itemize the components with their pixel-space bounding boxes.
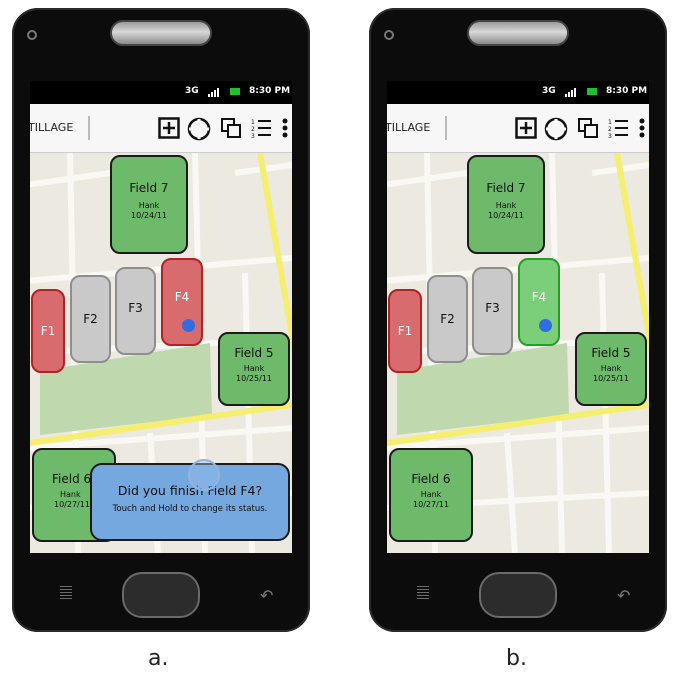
network-label: 3G: [542, 86, 556, 96]
clock: 8:30 PM: [606, 86, 648, 96]
list-icon[interactable]: 123: [250, 117, 272, 139]
earpiece-speaker: [110, 20, 212, 46]
field-f4-name: F4: [174, 290, 190, 304]
title-divider: [88, 116, 90, 140]
field-7[interactable]: Field 7 Hank 10/24/11: [110, 155, 188, 254]
field-map[interactable]: Field 7 Hank 10/24/11 F1 F2 F3 F4 Field …: [387, 153, 649, 553]
layers-icon[interactable]: [577, 117, 599, 139]
field-5-date: 10/25/11: [593, 374, 629, 383]
field-5-date: 10/25/11: [236, 374, 272, 383]
title-divider: [445, 116, 447, 140]
field-f4-name: F4: [531, 290, 547, 304]
field-f2-name: F2: [83, 312, 98, 326]
svg-text:1: 1: [251, 119, 255, 126]
app-title: TILLAGE: [387, 121, 431, 134]
back-icon[interactable]: ↶: [617, 586, 630, 605]
svg-text:3: 3: [251, 133, 255, 139]
field-6[interactable]: Field 6 Hank 10/27/11: [389, 448, 473, 542]
field-6-name: Field 6: [411, 472, 451, 486]
field-7-owner: Hank: [495, 201, 517, 210]
phone-screen: 3G 8:30 PM TILLAGE 123 Field 7 Hank 10/2…: [387, 81, 649, 553]
field-7-name: Field 7: [486, 181, 526, 195]
caption-a: a.: [148, 646, 169, 671]
field-f2[interactable]: F2: [70, 275, 111, 363]
add-icon[interactable]: [158, 117, 180, 139]
signal-icon: [565, 87, 577, 97]
overflow-menu-icon[interactable]: [639, 117, 645, 139]
home-button[interactable]: [122, 572, 200, 618]
field-5-owner: Hank: [600, 364, 622, 373]
field-f4[interactable]: F4: [161, 258, 203, 346]
svg-text:3: 3: [608, 133, 612, 139]
location-marker: [182, 319, 195, 332]
svg-text:2: 2: [251, 126, 255, 133]
field-7-date: 10/24/11: [488, 211, 524, 220]
action-bar: TILLAGE 123: [387, 104, 649, 153]
signal-icon: [208, 87, 220, 97]
status-bar: 3G 8:30 PM: [30, 81, 292, 104]
field-6-owner: Hank: [420, 490, 442, 499]
field-6-date: 10/27/11: [413, 500, 449, 509]
field-7-date: 10/24/11: [131, 211, 167, 220]
battery-icon: [230, 88, 240, 95]
svg-text:1: 1: [608, 119, 612, 126]
overflow-menu-icon[interactable]: [282, 117, 288, 139]
clock: 8:30 PM: [249, 86, 291, 96]
field-7[interactable]: Field 7 Hank 10/24/11: [467, 155, 545, 254]
field-5-name: Field 5: [234, 346, 274, 360]
field-7-owner: Hank: [138, 201, 160, 210]
svg-text:2: 2: [608, 126, 612, 133]
select-region-icon[interactable]: [187, 117, 211, 141]
field-5-name: Field 5: [591, 346, 631, 360]
front-camera: [27, 30, 37, 40]
home-button[interactable]: [479, 572, 557, 618]
earpiece-speaker: [467, 20, 569, 46]
field-f1[interactable]: F1: [31, 289, 65, 373]
add-icon[interactable]: [515, 117, 537, 139]
field-f3[interactable]: F3: [472, 267, 513, 355]
field-f3[interactable]: F3: [115, 267, 156, 355]
network-label: 3G: [185, 86, 199, 96]
app-title: TILLAGE: [30, 121, 74, 134]
phone-a: 3G 8:30 PM TILLAGE 123 Field 7 Hank 10/2…: [12, 8, 310, 632]
list-icon[interactable]: 123: [607, 117, 629, 139]
field-f3-name: F3: [128, 301, 143, 315]
field-f3-name: F3: [485, 301, 500, 315]
field-map[interactable]: Field 7 Hank 10/24/11 F1 F2 F3 F4 Field …: [30, 153, 292, 553]
phone-screen: 3G 8:30 PM TILLAGE 123 Field 7 Hank 10/2…: [30, 81, 292, 553]
field-5[interactable]: Field 5 Hank 10/25/11: [218, 332, 290, 406]
select-region-icon[interactable]: [544, 117, 568, 141]
field-5[interactable]: Field 5 Hank 10/25/11: [575, 332, 647, 406]
field-7-name: Field 7: [129, 181, 169, 195]
phone-b: 3G 8:30 PM TILLAGE 123 Field 7 Hank 10/2…: [369, 8, 667, 632]
action-bar: TILLAGE 123: [30, 104, 292, 153]
field-f4[interactable]: F4: [518, 258, 560, 346]
toast-subtitle: Touch and Hold to change its status.: [112, 504, 268, 514]
field-5-owner: Hank: [243, 364, 265, 373]
field-f2[interactable]: F2: [427, 275, 468, 363]
menu-button[interactable]: [417, 586, 429, 602]
front-camera: [384, 30, 394, 40]
battery-icon: [587, 88, 597, 95]
field-f1[interactable]: F1: [388, 289, 422, 373]
field-f2-name: F2: [440, 312, 455, 326]
location-marker: [539, 319, 552, 332]
menu-button[interactable]: [60, 586, 72, 602]
caption-b: b.: [506, 646, 527, 671]
touch-indicator: [188, 459, 220, 491]
field-f1-name: F1: [397, 324, 413, 338]
layers-icon[interactable]: [220, 117, 242, 139]
back-icon[interactable]: ↶: [260, 586, 273, 605]
status-bar: 3G 8:30 PM: [387, 81, 649, 104]
field-f1-name: F1: [40, 324, 56, 338]
toast-title: Did you finish Field F4?: [117, 483, 263, 498]
